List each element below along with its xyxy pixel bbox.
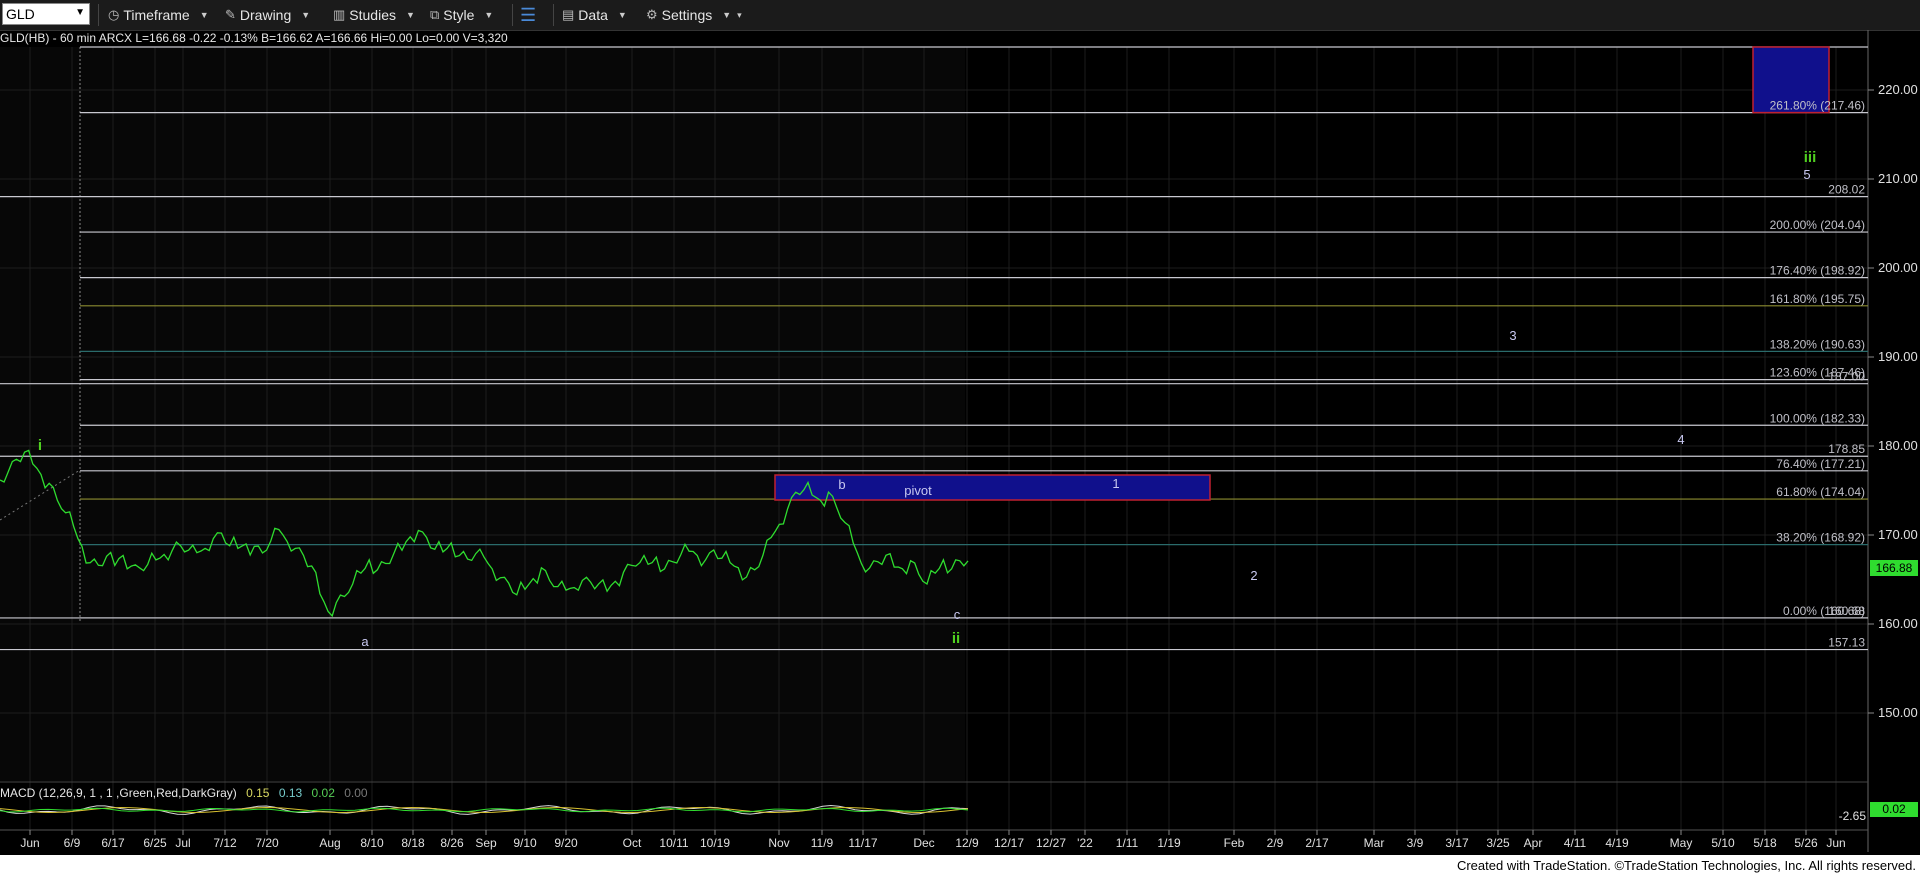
macd-last-badge: 0.02: [1882, 802, 1906, 816]
x-tick-label: '22: [1077, 836, 1093, 850]
wave-label-2: 2: [1250, 568, 1257, 583]
y-tick-label: 210.00: [1878, 171, 1918, 186]
x-tick-label: 6/9: [64, 836, 81, 850]
level-label: 76.40% (177.21): [1776, 457, 1865, 471]
macd-value-1: 0.15: [246, 786, 270, 800]
x-tick-label: 8/26: [440, 836, 464, 850]
x-tick-label: 9/20: [554, 836, 578, 850]
y-tick-label: 220.00: [1878, 82, 1918, 97]
x-tick-label: 12/9: [955, 836, 979, 850]
y-tick-label: 170.00: [1878, 527, 1918, 542]
level-label: 38.20% (168.92): [1776, 531, 1865, 545]
last-price-badge: 166.88: [1870, 560, 1918, 576]
y-tick-label: 150.00: [1878, 705, 1918, 720]
x-tick-label: 11/9: [811, 836, 834, 850]
x-tick-label: Oct: [623, 836, 642, 850]
wave-label-c: c: [954, 607, 961, 622]
level-label: 178.85: [1828, 442, 1865, 456]
level-label: 261.80% (217.46): [1770, 99, 1865, 113]
x-tick-label: Aug: [319, 836, 340, 850]
macd-value-2: 0.13: [278, 786, 303, 800]
footer-bar: Created with TradeStation. ©TradeStation…: [0, 855, 1920, 876]
x-tick-label: Mar: [1364, 836, 1385, 850]
wave-label-5: 5: [1803, 167, 1810, 182]
macd-params: MACD (12,26,9, 1 , 1 ,Green,Red,DarkGray…: [0, 786, 237, 800]
wave-label-3: 3: [1509, 328, 1516, 343]
x-tick-label: 7/20: [255, 836, 279, 850]
wave-label-4: 4: [1677, 432, 1684, 447]
price-chart[interactable]: 261.80% (217.46)208.02200.00% (204.04)17…: [0, 0, 1920, 855]
level-label: 187.00: [1828, 370, 1865, 384]
level-label: 208.02: [1828, 183, 1865, 197]
x-tick-label: 8/10: [360, 836, 384, 850]
x-tick-label: Jul: [175, 836, 190, 850]
y-tick-label: 160.00: [1878, 616, 1918, 631]
x-tick-label: 8/18: [401, 836, 425, 850]
price-axis: 150.00 160.00 170.00 180.00 190.00 200.00 210.…: [1868, 82, 1918, 720]
x-tick-label: 2/9: [1267, 836, 1284, 850]
level-label: 176.40% (198.92): [1770, 264, 1865, 278]
x-tick-label: Nov: [768, 836, 789, 850]
wave-label-b: b: [838, 477, 845, 492]
x-tick-label: 3/17: [1445, 836, 1469, 850]
x-tick-label: 7/12: [213, 836, 237, 850]
wave-label-iii: iii: [1804, 149, 1817, 166]
x-tick-label: 5/18: [1753, 836, 1777, 850]
x-tick-label: Feb: [1224, 836, 1245, 850]
x-tick-label: 10/19: [700, 836, 730, 850]
x-tick-label: 12/17: [994, 836, 1024, 850]
copyright-text: Created with TradeStation. ©TradeStation…: [1456, 858, 1916, 873]
x-tick-label: 6/25: [143, 836, 167, 850]
x-tick-label: 12/27: [1036, 836, 1066, 850]
x-tick-label: 6/17: [101, 836, 125, 850]
level-label: 100.00% (182.33): [1770, 411, 1865, 425]
macd-value-4: 0.00: [344, 786, 368, 800]
level-label: 138.20% (190.63): [1770, 337, 1865, 351]
level-label: 61.80% (174.04): [1776, 485, 1865, 499]
x-tick-label: May: [1670, 836, 1693, 850]
wave-label-i: i: [38, 437, 42, 454]
x-tick-label: 11/17: [848, 836, 877, 850]
wave-label-a: a: [361, 634, 369, 649]
y-tick-label: 190.00: [1878, 349, 1918, 364]
y-tick-label: 180.00: [1878, 438, 1918, 453]
x-tick-label: Apr: [1524, 836, 1543, 850]
last-price-value: 166.88: [1876, 561, 1913, 575]
x-tick-label: 10/11: [659, 836, 688, 850]
x-tick-label: 1/19: [1157, 836, 1181, 850]
x-tick-label: 4/11: [1564, 836, 1587, 850]
level-label: 161.80% (195.75): [1770, 292, 1865, 306]
macd-axis-value: -2.65: [1839, 809, 1867, 823]
wave-label-pivot: pivot: [904, 483, 932, 498]
macd-value-3: 0.02: [311, 786, 335, 800]
x-tick-label: 9/10: [513, 836, 537, 850]
level-label: 157.13: [1828, 636, 1865, 650]
level-label: 160.68: [1828, 604, 1865, 618]
x-tick-label: 4/19: [1605, 836, 1629, 850]
x-tick-label: 5/26: [1794, 836, 1818, 850]
x-tick-label: Jun: [20, 836, 39, 850]
wave-label-1: 1: [1112, 476, 1119, 491]
macd-study-label: MACD (12,26,9, 1 , 1 ,Green,Red,DarkGray…: [0, 786, 368, 800]
wave-label-ii: ii: [952, 630, 960, 647]
history-area: [0, 47, 965, 781]
x-tick-label: Sep: [475, 836, 497, 850]
x-tick-label: 3/25: [1486, 836, 1510, 850]
level-label: 200.00% (204.04): [1770, 218, 1865, 232]
x-tick-label: 3/9: [1407, 836, 1424, 850]
x-tick-label: Jun: [1826, 836, 1845, 850]
x-tick-label: 5/10: [1711, 836, 1735, 850]
x-tick-label: 2/17: [1305, 836, 1329, 850]
x-tick-label: Dec: [913, 836, 934, 850]
y-tick-label: 200.00: [1878, 260, 1918, 275]
x-tick-label: 1/11: [1116, 836, 1139, 850]
